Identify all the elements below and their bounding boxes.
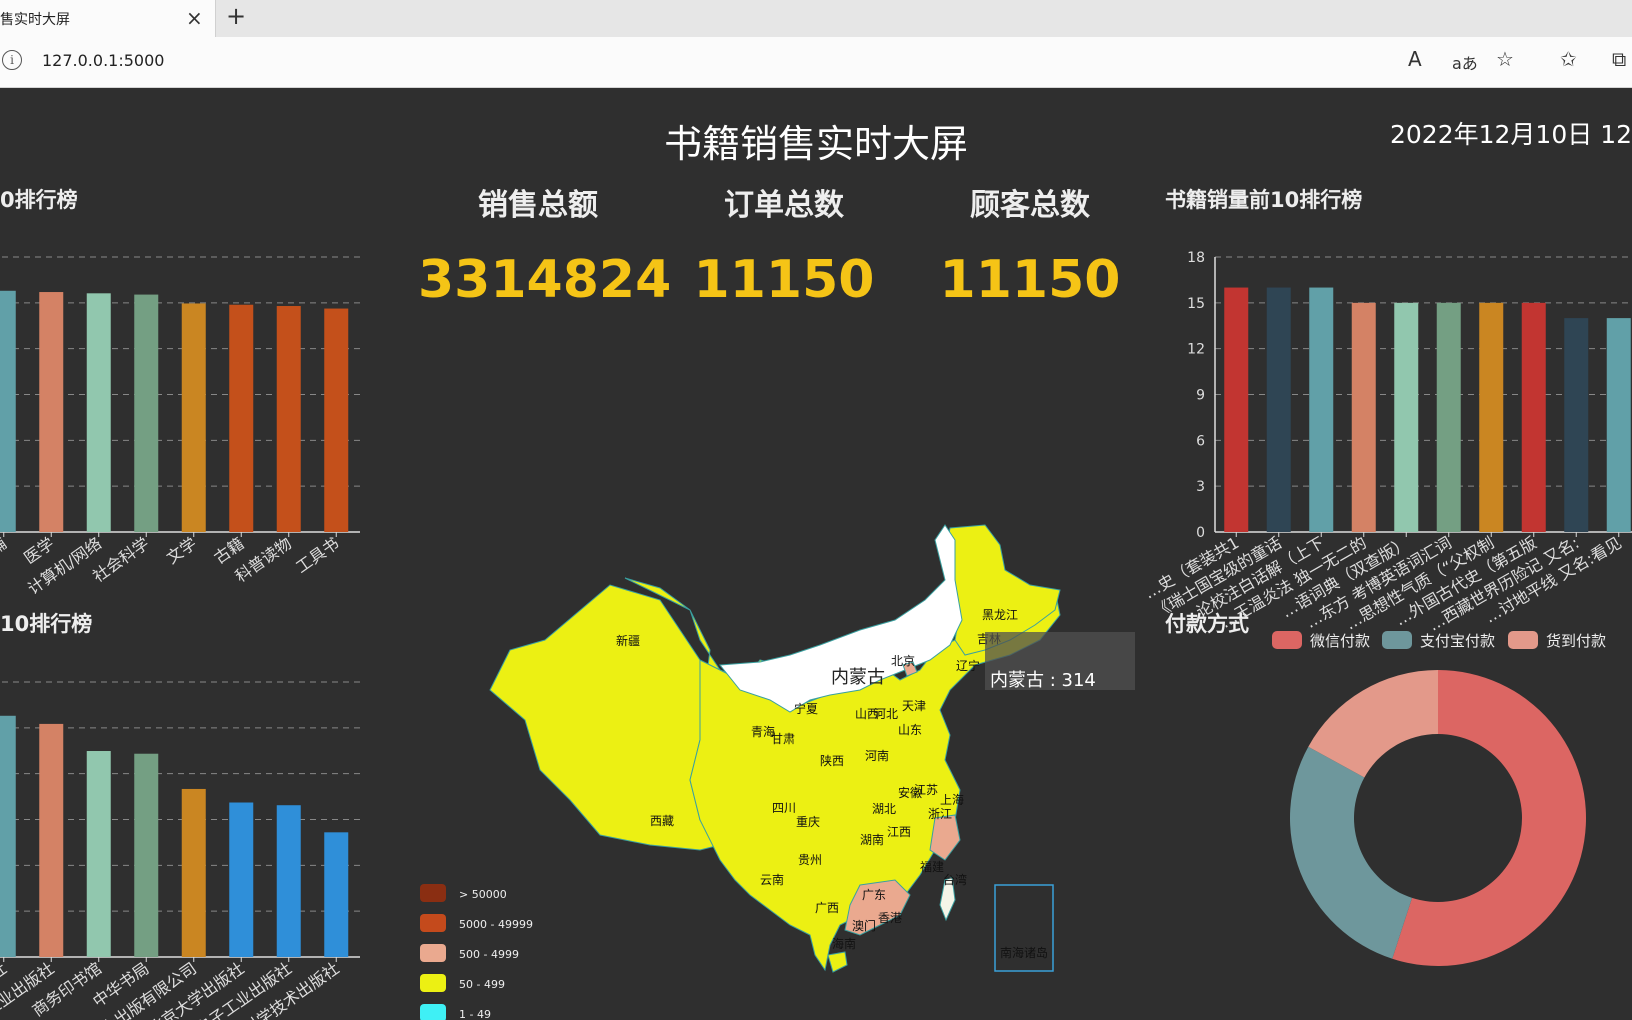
map-province-label: 福建 — [920, 859, 944, 874]
map-province-label: 甘肃 — [771, 732, 795, 746]
map-province-label: 天津 — [902, 699, 926, 713]
map-province-label: 重庆 — [796, 815, 820, 829]
map-province-label: 澳门 — [852, 918, 876, 933]
map-province-label: 四川 — [772, 801, 796, 815]
map-legend-label: 5000 - 49999 — [459, 918, 533, 931]
map-legend-label: 500 - 4999 — [459, 948, 519, 961]
map-legend-label: 1 - 49 — [459, 1008, 491, 1020]
map-province-label: 河南 — [865, 748, 889, 763]
map-province-label: 南海诸岛 — [1000, 945, 1048, 960]
map-province-label: 台湾 — [943, 872, 967, 887]
map-province-label: 云南 — [760, 872, 784, 887]
map-province-label: 新疆 — [616, 633, 640, 648]
map-province-label: 浙江 — [928, 807, 952, 821]
map-province-label: 内蒙古 — [831, 667, 885, 688]
map-province-label: 北京 — [891, 654, 915, 668]
china-sales-map: 新疆西藏青海甘肃宁夏内蒙古黑龙江吉林辽宁北京天津河北山西山东河南陕西四川重庆湖北… — [420, 524, 1135, 1020]
map-province-label: 湖南 — [860, 832, 884, 847]
map-province-label: 贵州 — [798, 853, 822, 867]
map-province-label: 山东 — [898, 723, 922, 737]
map-province-label: 上海 — [940, 792, 964, 807]
map-legend-label: > 50000 — [459, 888, 507, 901]
map-province-label: 江西 — [887, 825, 911, 839]
map-province-label: 湖北 — [872, 801, 896, 816]
map-province-label: 黑龙江 — [982, 608, 1018, 622]
map-tooltip: 内蒙古 : 314 — [990, 670, 1096, 691]
map-legend-swatch[interactable] — [420, 944, 446, 962]
map-legend-swatch[interactable] — [420, 974, 446, 992]
map-legend-swatch[interactable] — [420, 884, 446, 902]
map-province-label: 山西 — [855, 707, 879, 721]
map-legend-swatch[interactable] — [420, 914, 446, 932]
map-hainan[interactable] — [827, 951, 848, 973]
map-region-group — [489, 524, 1061, 973]
map-legend: > 50000 5000 - 49999 500 - 4999 50 - 499 1 -… — [420, 884, 533, 1020]
map-province-label: 广西 — [815, 901, 839, 915]
map-province-label: 陕西 — [820, 753, 844, 768]
map-zhejiang[interactable] — [929, 814, 961, 861]
map-province-label: 香港 — [878, 911, 902, 925]
map-province-label: 江苏 — [914, 783, 938, 797]
map-legend-label: 50 - 499 — [459, 978, 505, 991]
map-province-label: 西藏 — [650, 814, 674, 828]
map-province-label: 海南 — [832, 936, 856, 951]
map-province-label: 广东 — [862, 888, 886, 902]
map-province-label: 宁夏 — [794, 701, 818, 716]
map-province-label: 辽宁 — [956, 658, 980, 673]
map-legend-swatch[interactable] — [420, 1004, 446, 1020]
